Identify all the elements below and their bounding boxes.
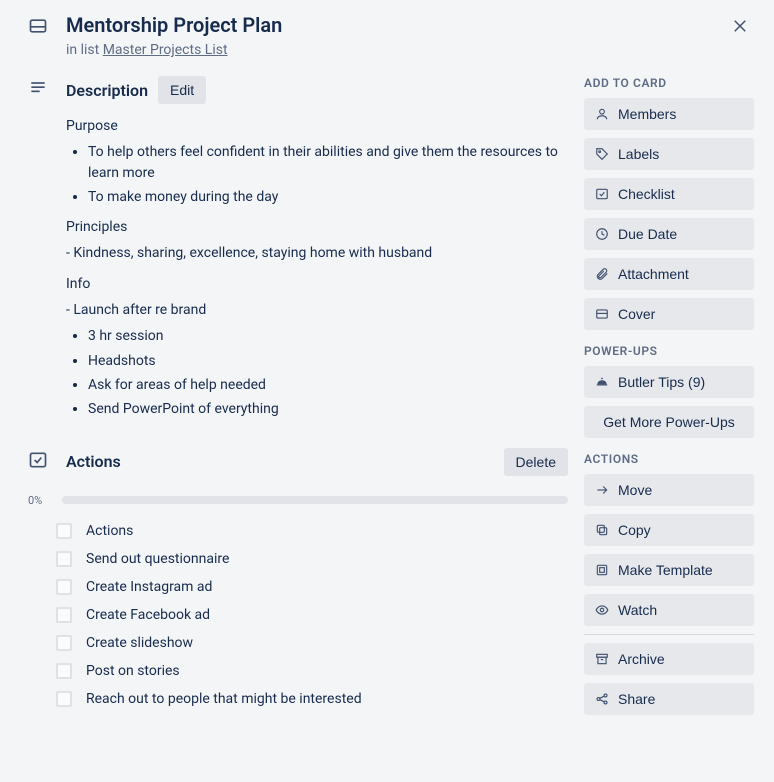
move-label: Move (618, 482, 652, 498)
butler-tips-button[interactable]: Butler Tips (9) (584, 366, 754, 398)
card-list-location: in list Master Projects List (66, 42, 754, 58)
checklist-label: Checklist (618, 186, 675, 202)
card-icon (28, 12, 52, 36)
principles-text: - Kindness, sharing, excellence, staying… (66, 243, 568, 263)
checklist-item-label[interactable]: Create slideshow (86, 635, 193, 651)
checklist-item-label[interactable]: Create Instagram ad (86, 579, 212, 595)
cover-icon (594, 306, 610, 322)
powerups-heading: Power-Ups (584, 344, 754, 358)
checkbox[interactable] (56, 523, 72, 539)
checklist-button[interactable]: Checklist (584, 178, 754, 210)
get-powerups-button[interactable]: Get More Power-Ups (584, 406, 754, 438)
checklist-item[interactable]: Reach out to people that might be intere… (28, 685, 568, 713)
archive-icon (594, 651, 610, 667)
watch-label: Watch (618, 602, 657, 618)
checklist-side-icon (594, 186, 610, 202)
archive-button[interactable]: Archive (584, 643, 754, 675)
checklist-item-label[interactable]: Create Facebook ad (86, 607, 210, 623)
copy-label: Copy (618, 522, 651, 538)
progress-bar (62, 496, 568, 504)
labels-label: Labels (618, 146, 659, 162)
card-title[interactable]: Mentorship Project Plan (66, 12, 754, 38)
eye-icon (594, 602, 610, 618)
butler-icon (594, 374, 610, 390)
delete-checklist-button[interactable]: Delete (504, 448, 568, 476)
share-label: Share (618, 691, 655, 707)
arrow-right-icon (594, 482, 610, 498)
list-link[interactable]: Master Projects List (103, 42, 228, 58)
checklist-item-label[interactable]: Reach out to people that might be intere… (86, 691, 362, 707)
checkbox[interactable] (56, 691, 72, 707)
description-body[interactable]: Purpose To help others feel confident in… (66, 116, 568, 420)
progress-percent: 0% (28, 494, 52, 507)
share-button[interactable]: Share (584, 683, 754, 715)
checklist-item[interactable]: Create Instagram ad (28, 573, 568, 601)
info-item: Send PowerPoint of everything (88, 399, 568, 419)
clock-icon (594, 226, 610, 242)
checklist-item[interactable]: Post on stories (28, 657, 568, 685)
members-label: Members (618, 106, 676, 122)
cover-label: Cover (618, 306, 655, 322)
watch-button[interactable]: Watch (584, 594, 754, 626)
butler-tips-label: Butler Tips (9) (618, 374, 705, 390)
add-to-card-heading: Add to card (584, 76, 754, 90)
principles-heading: Principles (66, 217, 568, 237)
checklist-item[interactable]: Create Facebook ad (28, 601, 568, 629)
move-button[interactable]: Move (584, 474, 754, 506)
checkbox[interactable] (56, 663, 72, 679)
checklist-item[interactable]: Send out questionnaire (28, 545, 568, 573)
due-date-button[interactable]: Due Date (584, 218, 754, 250)
attachment-button[interactable]: Attachment (584, 258, 754, 290)
checkbox[interactable] (56, 579, 72, 595)
share-icon (594, 691, 610, 707)
actions-heading: Actions (584, 452, 754, 466)
make-template-button[interactable]: Make Template (584, 554, 754, 586)
labels-icon (594, 146, 610, 162)
make-template-label: Make Template (618, 562, 713, 578)
copy-icon (594, 522, 610, 538)
checkbox[interactable] (56, 635, 72, 651)
edit-description-button[interactable]: Edit (158, 76, 206, 104)
info-item: 3 hr session (88, 326, 568, 346)
purpose-heading: Purpose (66, 116, 568, 136)
template-icon (594, 562, 610, 578)
checkbox[interactable] (56, 607, 72, 623)
description-icon (28, 76, 52, 430)
description-heading: Description (66, 81, 148, 100)
purpose-item: To help others feel confident in their a… (88, 142, 568, 183)
info-item: Headshots (88, 351, 568, 371)
close-button[interactable] (726, 12, 754, 40)
checklist-heading[interactable]: Actions (66, 452, 121, 471)
info-text: - Launch after re brand (66, 300, 568, 320)
checklist-item-label[interactable]: Post on stories (86, 663, 180, 679)
checklist-item-label[interactable]: Send out questionnaire (86, 551, 229, 567)
checkbox[interactable] (56, 551, 72, 567)
checklist-item[interactable]: Create slideshow (28, 629, 568, 657)
copy-button[interactable]: Copy (584, 514, 754, 546)
due-date-label: Due Date (618, 226, 677, 242)
get-powerups-label: Get More Power-Ups (603, 414, 734, 430)
info-heading: Info (66, 274, 568, 294)
cover-button[interactable]: Cover (584, 298, 754, 330)
info-item: Ask for areas of help needed (88, 375, 568, 395)
checklist-item-label[interactable]: Actions (86, 523, 133, 539)
checklist-icon (28, 448, 52, 488)
divider (584, 634, 754, 635)
members-button[interactable]: Members (584, 98, 754, 130)
labels-button[interactable]: Labels (584, 138, 754, 170)
checklist-item[interactable]: Actions (28, 517, 568, 545)
archive-label: Archive (618, 651, 665, 667)
members-icon (594, 106, 610, 122)
purpose-item: To make money during the day (88, 187, 568, 207)
attachment-label: Attachment (618, 266, 689, 282)
attachment-icon (594, 266, 610, 282)
